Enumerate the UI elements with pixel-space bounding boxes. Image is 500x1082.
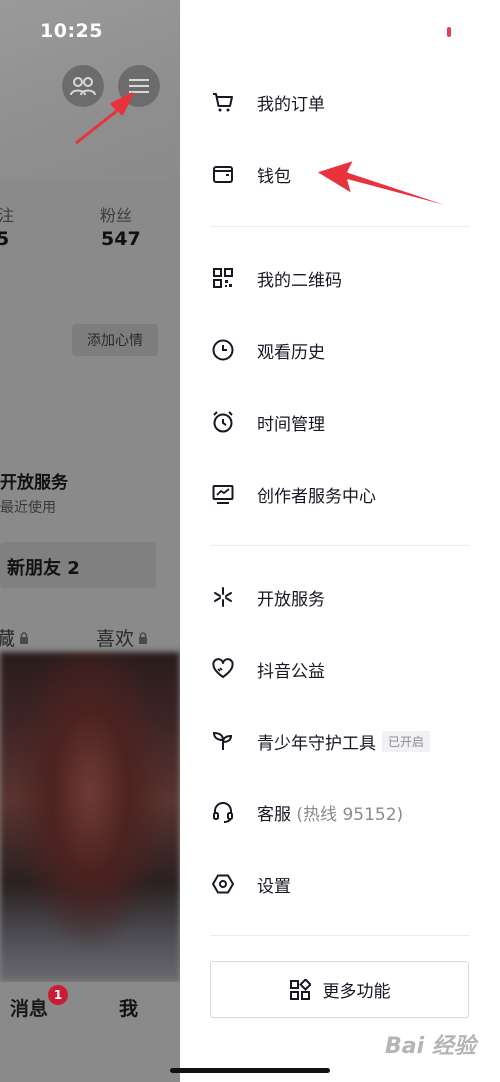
customer-service-label: 客服	[257, 804, 291, 825]
menu-item-teen-protection[interactable]: 青少年守护工具 已开启	[210, 721, 470, 761]
apps-grid-icon	[289, 978, 311, 1000]
more-features-button[interactable]: 更多功能	[210, 961, 469, 1018]
status-time: 10:25	[40, 20, 103, 42]
chart-monitor-icon	[210, 481, 236, 507]
menu-item-label: 青少年守护工具	[257, 733, 376, 754]
menu-item-charity[interactable]: 抖音公益	[210, 649, 470, 689]
menu-item-settings[interactable]: 设置	[210, 864, 470, 904]
menu-button[interactable]	[118, 65, 160, 107]
menu-item-watch-history[interactable]: 观看历史	[210, 330, 470, 370]
alarm-icon	[210, 409, 236, 435]
messages-badge: 1	[48, 985, 68, 1005]
menu-item-label: 我的订单	[257, 94, 325, 115]
sprout-icon	[210, 728, 236, 754]
tab-favorites-label: 藏	[0, 628, 16, 650]
status-badge: 已开启	[382, 730, 431, 752]
menu-item-time-management[interactable]: 时间管理	[210, 402, 470, 442]
hotline-text: (热线 95152)	[291, 804, 404, 825]
new-friends-card[interactable]: 新朋友 2	[0, 542, 156, 588]
friends-icon	[70, 77, 96, 96]
menu-item-label: 我的二维码	[257, 270, 342, 291]
tab-likes-label: 喜欢	[96, 628, 135, 650]
menu-item-customer-service[interactable]: 客服 (热线 95152)	[210, 792, 470, 832]
profile-background: 10:25 注 5 粉丝 547 添加心情 开放服务 最近使用 新朋友 2 藏 …	[0, 0, 180, 1082]
menu-item-label: 时间管理	[257, 414, 325, 435]
tab-favorites[interactable]: 藏	[0, 624, 29, 651]
sparkle-icon	[210, 584, 236, 610]
home-indicator	[170, 1068, 330, 1073]
menu-item-label: 客服 (热线 95152)	[257, 800, 403, 825]
menu-item-label: 观看历史	[257, 342, 325, 363]
section-divider	[210, 935, 470, 936]
menu-item-orders[interactable]: 我的订单	[210, 82, 470, 122]
heart-icon	[210, 656, 236, 682]
more-features-label: 更多功能	[322, 982, 391, 1002]
following-count: 5	[0, 228, 10, 250]
lock-icon	[139, 631, 148, 644]
menu-item-label: 抖音公益	[257, 661, 325, 682]
menu-item-label: 创作者服务中心	[257, 486, 376, 507]
followers-count: 547	[101, 228, 141, 250]
cart-icon	[210, 89, 236, 115]
lock-icon	[20, 631, 29, 644]
nav-messages[interactable]: 消息	[10, 994, 48, 1021]
menu-item-label: 开放服务	[257, 589, 325, 610]
friends-button[interactable]	[62, 65, 104, 107]
menu-item-qr-code[interactable]: 我的二维码	[210, 258, 470, 298]
wallet-icon	[210, 161, 236, 187]
menu-item-creator-center[interactable]: 创作者服务中心	[210, 474, 470, 514]
followers-label: 粉丝	[100, 206, 133, 225]
nav-me[interactable]: 我	[119, 994, 138, 1021]
following-label: 注	[0, 206, 15, 225]
blurred-video-thumbnail	[0, 652, 180, 982]
section-divider	[210, 545, 470, 546]
clock-icon	[210, 337, 236, 363]
qr-code-icon	[210, 265, 236, 291]
section-divider	[210, 226, 470, 227]
open-service-title[interactable]: 开放服务	[0, 468, 68, 493]
notification-dot	[447, 27, 451, 37]
new-friends-label: 新朋友 2	[7, 558, 80, 579]
open-service-subtitle: 最近使用	[0, 500, 56, 516]
watermark-text: Bai 经验	[385, 1034, 476, 1059]
hamburger-icon	[129, 79, 149, 93]
menu-item-wallet[interactable]: 钱包	[210, 154, 470, 194]
menu-item-label: 钱包	[257, 166, 291, 187]
menu-item-open-service[interactable]: 开放服务	[210, 577, 470, 617]
add-mood-button[interactable]: 添加心情	[72, 324, 158, 356]
menu-item-label: 设置	[257, 876, 291, 897]
tab-likes[interactable]: 喜欢	[96, 624, 148, 651]
settings-hex-icon	[210, 871, 236, 897]
headset-icon	[210, 799, 236, 825]
